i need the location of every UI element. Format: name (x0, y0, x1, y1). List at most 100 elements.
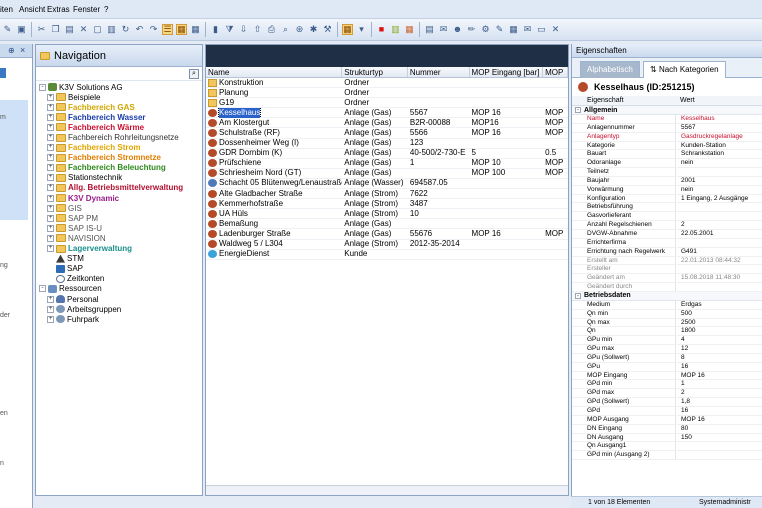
property-row[interactable]: Qn max 2500 (572, 318, 762, 328)
property-row[interactable]: GPu (Sollwert) 8 (572, 353, 762, 363)
brush-icon[interactable]: ✏ (466, 24, 477, 35)
property-row[interactable]: Kategorie Kunden-Station (572, 141, 762, 151)
undo-icon[interactable]: ↶ (134, 24, 145, 35)
menu-item-bearbeiten[interactable]: iten (0, 5, 13, 14)
tree-node[interactable]: + Fachbereich Strom (36, 143, 202, 153)
property-value[interactable]: nein (676, 186, 762, 194)
table-row[interactable]: Ladenburger Straße Anlage (Gas) 55676 MOP 1… (206, 229, 568, 240)
property-row[interactable]: Medium Erdgas (572, 300, 762, 310)
new-icon[interactable]: ▢ (92, 24, 103, 35)
collapse-icon[interactable]: - (39, 285, 46, 293)
menu-item-extras[interactable]: Extras (47, 5, 70, 14)
property-row[interactable]: GPd 16 (572, 407, 762, 416)
table-row[interactable]: Planung Ordner (206, 88, 568, 99)
tree-node[interactable]: STM (36, 254, 202, 264)
property-value[interactable]: Schrankstation (676, 150, 762, 158)
menu-item-fenster[interactable]: Fenster (73, 5, 100, 14)
table-row[interactable]: Alte Gladbacher Straße Anlage (Strom) 7622 (206, 189, 568, 200)
expand-icon[interactable]: + (47, 295, 54, 303)
tab-nach-kategorien[interactable]: ⇅ Nach Kategorien (643, 61, 726, 78)
property-value[interactable] (676, 283, 762, 291)
table-row[interactable]: Kesselhaus Anlage (Gas) 5567 MOP 16 MOP (206, 107, 568, 119)
menu-item-ansicht[interactable]: Ansicht (19, 5, 45, 14)
property-row[interactable]: Anlagennummer 5567 (572, 123, 762, 133)
expand-icon[interactable]: + (47, 245, 54, 253)
expand-icon[interactable]: + (47, 164, 54, 172)
save-icon[interactable]: ▣ (16, 24, 27, 35)
property-row[interactable]: Geändert durch (572, 283, 762, 292)
property-value[interactable]: nein (676, 159, 762, 167)
paste-icon[interactable]: ▤ (64, 24, 75, 35)
tree-node[interactable]: + Lagerverwaltung (36, 244, 202, 254)
refresh-icon[interactable]: ↻ (120, 24, 131, 35)
table-row[interactable]: Prüfschiene Anlage (Gas) 1 MOP 10 MOP (206, 158, 568, 169)
tree-node[interactable]: + Stationstechnik (36, 173, 202, 183)
sign-icon[interactable]: ✎ (494, 24, 505, 35)
tree-node[interactable]: + Fuhrpark (36, 314, 202, 324)
export-icon[interactable]: ⇧ (252, 24, 263, 35)
table-row[interactable]: Dossenheimer Weg (I) Anlage (Gas) 123 (206, 138, 568, 149)
wrench-icon[interactable]: ⚙ (480, 24, 491, 35)
pencil-icon[interactable]: ✎ (2, 24, 13, 35)
property-row[interactable]: Anzahl Regelschienen 2 (572, 221, 762, 230)
expand-icon[interactable]: + (47, 234, 54, 242)
expand-icon[interactable]: + (47, 134, 54, 142)
expand-icon[interactable]: + (47, 194, 54, 202)
property-row[interactable]: DN Eingang 80 (572, 424, 762, 434)
property-value[interactable]: 2 (676, 221, 762, 229)
property-value[interactable]: 1,8 (676, 398, 762, 406)
tree-node[interactable]: + K3V Dynamic (36, 193, 202, 203)
tree-node[interactable]: + Fachbereich Stromnetze (36, 153, 202, 163)
chat-icon[interactable]: ✉ (438, 24, 449, 35)
property-value[interactable]: G491 (676, 248, 762, 256)
property-row[interactable]: DVGW-Abnahme 22.05.2001 (572, 229, 762, 239)
property-value[interactable]: 16 (676, 363, 762, 371)
tree-node[interactable]: - K3V Solutions AG (36, 82, 202, 92)
property-value[interactable]: Kesselhaus (676, 115, 762, 123)
property-value[interactable]: 1 Eingang, 2 Ausgänge (676, 195, 762, 203)
property-value[interactable]: 5567 (676, 124, 762, 132)
property-value[interactable] (676, 442, 762, 450)
property-row[interactable]: Name Kesselhaus (572, 115, 762, 124)
search-button[interactable]: ⌕ (189, 68, 199, 79)
property-value[interactable]: 1800 (676, 327, 762, 335)
redo-icon[interactable]: ↷ (148, 24, 159, 35)
print-icon[interactable]: ⎙ (266, 24, 277, 35)
property-value[interactable] (676, 212, 762, 220)
property-value[interactable]: 8 (676, 354, 762, 362)
expand-icon[interactable]: + (47, 315, 54, 323)
tree-node[interactable]: + Fachbereich Wärme (36, 122, 202, 132)
property-row[interactable]: Betriebsführung (572, 203, 762, 213)
close-icon[interactable]: × (20, 45, 25, 55)
tree-node[interactable]: + SAP IS-U (36, 223, 202, 233)
tree-node[interactable]: Zeitkonten (36, 274, 202, 284)
chart-icon[interactable]: ▥ (390, 24, 401, 35)
table-row[interactable]: Konstruktion Ordner (206, 78, 568, 89)
property-row[interactable]: Konfiguration 1 Eingang, 2 Ausgänge (572, 194, 762, 204)
property-value[interactable]: 500 (676, 310, 762, 318)
property-value[interactable]: 150 (676, 434, 762, 442)
cut-icon[interactable]: ✂ (36, 24, 47, 35)
property-value[interactable]: 2 (676, 389, 762, 397)
mail-icon[interactable]: ✉ (522, 24, 533, 35)
user-icon[interactable]: ☻ (452, 24, 463, 35)
expand-icon[interactable]: + (47, 174, 54, 182)
expand-icon[interactable]: + (47, 144, 54, 152)
column-header-strukturtyp[interactable]: Strukturtyp (342, 67, 408, 77)
copy-icon[interactable]: ❐ (50, 24, 61, 35)
filter-icon[interactable]: ⧩ (224, 24, 235, 35)
tree-node[interactable]: + GIS (36, 203, 202, 213)
property-row[interactable]: Odoranlage nein (572, 159, 762, 169)
property-value[interactable]: 4 (676, 336, 762, 344)
property-value[interactable]: Kunden-Station (676, 142, 762, 150)
property-value[interactable]: 1 (676, 380, 762, 388)
collapse-icon[interactable]: - (575, 107, 581, 113)
property-row[interactable]: GPu min 4 (572, 336, 762, 346)
bookmark-icon[interactable]: ▮ (210, 24, 221, 35)
property-row[interactable]: DN Ausgang 150 (572, 433, 762, 443)
property-row[interactable]: Teilnetz (572, 168, 762, 177)
property-row[interactable]: Ersteller (572, 265, 762, 275)
tree-node[interactable]: - Ressourcen (36, 284, 202, 294)
tree-node[interactable]: SAP (36, 264, 202, 274)
property-value[interactable]: 12 (676, 345, 762, 353)
